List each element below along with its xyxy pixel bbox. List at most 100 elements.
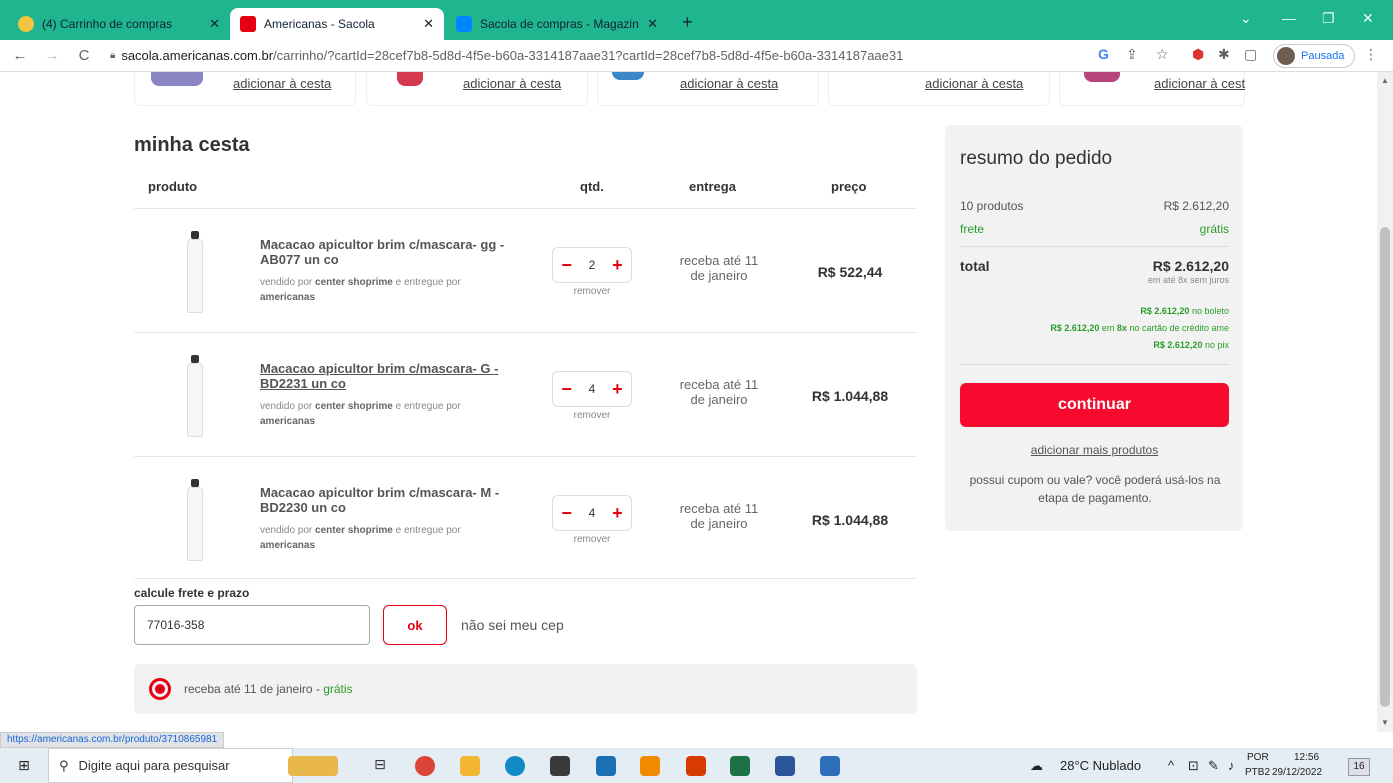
radio-selected-icon[interactable] <box>149 678 171 700</box>
back-icon[interactable]: ← <box>8 47 32 64</box>
mail-icon[interactable] <box>596 756 616 776</box>
ok-button[interactable]: ok <box>383 605 447 645</box>
cart-item: Macacao apicultor brim c/mascara- gg - A… <box>134 209 917 333</box>
puzzle-icon[interactable]: ✱ <box>1218 46 1230 63</box>
scrollbar-thumb[interactable] <box>1380 227 1390 707</box>
recommendation-card[interactable]: adicionar à cesta <box>134 72 356 106</box>
news-widget-icon[interactable] <box>288 756 338 776</box>
edge-icon[interactable] <box>505 756 525 776</box>
product-name[interactable]: Macacao apicultor brim c/mascara- G - BD… <box>260 361 520 391</box>
quantity-value: 4 <box>588 506 596 520</box>
dont-know-cep-link[interactable]: não sei meu cep <box>461 617 564 633</box>
recommendation-card[interactable]: adicionar à cest <box>1059 72 1245 106</box>
remove-button[interactable]: remover <box>552 534 632 545</box>
photos-icon[interactable] <box>820 756 840 776</box>
restore-icon[interactable]: ❐ <box>1322 10 1335 27</box>
pen-icon[interactable]: ✎ <box>1208 758 1219 774</box>
lang-bottom[interactable]: PTB2 <box>1245 767 1270 778</box>
recommendation-card[interactable]: adicionar à cesta <box>597 72 819 106</box>
profile-label: Pausada <box>1301 50 1345 62</box>
extension-icon[interactable]: ⬢ <box>1192 46 1204 63</box>
forward-icon[interactable]: → <box>40 47 64 64</box>
plus-icon[interactable]: + <box>612 504 623 522</box>
notifications-badge[interactable]: 16 <box>1348 758 1370 776</box>
clock-date[interactable]: 29/12/2022 <box>1272 767 1322 778</box>
boleto-price: R$ 2.612,20 no boleto <box>1140 306 1229 316</box>
tab-magalu[interactable]: Sacola de compras - Magazine L ✕ <box>446 8 668 40</box>
remove-button[interactable]: remover <box>552 410 632 421</box>
google-icon[interactable]: G <box>1098 46 1109 62</box>
product-name[interactable]: Macacao apicultor brim c/mascara- M - BD… <box>260 485 520 515</box>
add-to-cart-link[interactable]: adicionar à cest <box>1154 76 1245 91</box>
vlc-icon[interactable] <box>640 756 660 776</box>
product-image[interactable] <box>184 231 206 313</box>
tab-search-icon[interactable]: ⌄ <box>1240 10 1252 27</box>
reload-icon[interactable]: C <box>72 47 96 64</box>
minus-icon[interactable]: − <box>561 380 572 398</box>
total-value: R$ 2.612,20 <box>1152 258 1229 274</box>
tab-americanas[interactable]: Americanas - Sacola ✕ <box>230 8 444 40</box>
close-window-icon[interactable]: ✕ <box>1362 10 1374 27</box>
chrome-icon[interactable] <box>415 756 435 776</box>
windows-start-icon[interactable]: ⊞ <box>0 757 48 774</box>
close-icon[interactable]: ✕ <box>647 16 658 32</box>
minus-icon[interactable]: − <box>561 256 572 274</box>
add-to-cart-link[interactable]: adicionar à cesta <box>925 76 1023 91</box>
tab-carrinho[interactable]: (4) Carrinho de compras ✕ <box>8 8 230 40</box>
product-image[interactable] <box>184 355 206 437</box>
menu-icon[interactable]: ⋮ <box>1364 46 1378 63</box>
close-icon[interactable]: ✕ <box>209 16 220 32</box>
minimize-icon[interactable]: — <box>1282 10 1296 26</box>
shipping-option[interactable]: receba até 11 de janeiro - grátis <box>134 664 917 714</box>
word-icon[interactable] <box>775 756 795 776</box>
new-tab-icon[interactable]: + <box>682 12 693 33</box>
volume-icon[interactable]: ♪ <box>1228 758 1235 773</box>
remove-button[interactable]: remover <box>552 286 632 297</box>
close-icon[interactable]: ✕ <box>423 16 434 32</box>
recommendation-card[interactable]: adicionar à cesta <box>366 72 588 106</box>
url-field[interactable]: sacola.americanas.com.br/carrinho/?cartI… <box>121 48 903 63</box>
plus-icon[interactable]: + <box>612 256 623 274</box>
scroll-down-icon[interactable]: ▼ <box>1381 718 1389 727</box>
store-icon[interactable] <box>550 756 570 776</box>
delivery-estimate: receba até 11 de janeiro <box>679 377 759 407</box>
add-more-products-link[interactable]: adicionar mais produtos <box>960 443 1229 457</box>
network-icon[interactable]: ⊡ <box>1188 758 1199 774</box>
file-explorer-icon[interactable] <box>460 756 480 776</box>
add-to-cart-link[interactable]: adicionar à cesta <box>233 76 331 91</box>
minus-icon[interactable]: − <box>561 504 572 522</box>
lang-top[interactable]: POR <box>1247 752 1269 763</box>
product-thumbnail <box>1084 72 1120 82</box>
summary-products-row: 10 produtos R$ 2.612,20 <box>960 199 1229 213</box>
order-summary: resumo do pedido 10 produtos R$ 2.612,20 … <box>945 125 1243 531</box>
bookmark-star-icon[interactable]: ☆ <box>1156 46 1169 63</box>
divider <box>134 578 917 579</box>
weather-text[interactable]: 28°C Nublado <box>1060 758 1141 773</box>
cart-favicon-icon <box>18 16 34 32</box>
add-to-cart-link[interactable]: adicionar à cesta <box>463 76 561 91</box>
continue-button[interactable]: continuar <box>960 383 1229 427</box>
sidepanel-icon[interactable]: ▢ <box>1244 46 1257 63</box>
share-icon[interactable]: ⇪ <box>1126 46 1138 63</box>
product-image[interactable] <box>184 479 206 561</box>
product-name[interactable]: Macacao apicultor brim c/mascara- gg - A… <box>260 237 520 267</box>
tray-chevron-icon[interactable]: ^ <box>1168 758 1174 773</box>
divider <box>960 246 1229 247</box>
tab-label: Sacola de compras - Magazine L <box>480 17 640 31</box>
scroll-up-icon[interactable]: ▲ <box>1381 76 1389 85</box>
add-to-cart-link[interactable]: adicionar à cesta <box>680 76 778 91</box>
cep-input[interactable]: 77016-358 <box>134 605 370 645</box>
excel-icon[interactable] <box>730 756 750 776</box>
status-url-preview: https://americanas.com.br/produto/371086… <box>0 732 225 748</box>
cart-item: Macacao apicultor brim c/mascara- G - BD… <box>134 333 917 457</box>
recommendation-card[interactable]: adicionar à cesta <box>828 72 1050 106</box>
page-scrollbar[interactable]: ▲ ▼ <box>1377 72 1393 732</box>
profile-button[interactable]: Pausada <box>1273 44 1356 68</box>
product-thumbnail <box>151 72 203 86</box>
clock-time[interactable]: 12:56 <box>1294 752 1319 763</box>
taskbar-search[interactable]: ⚲ Digite aqui para pesquisar <box>48 748 293 783</box>
plus-icon[interactable]: + <box>612 380 623 398</box>
office-icon[interactable] <box>686 756 706 776</box>
weather-icon[interactable]: ☁ <box>1030 758 1043 774</box>
task-view-icon[interactable]: ⊟ <box>370 756 390 776</box>
